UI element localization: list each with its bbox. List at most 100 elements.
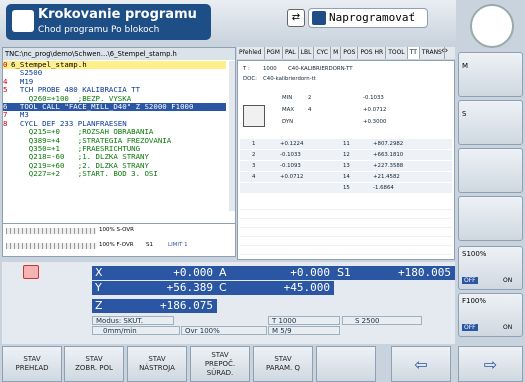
max-count: 4 — [308, 107, 312, 113]
tool-status: T 1000 — [268, 316, 340, 325]
status-tabs: Přehled PGM PAL LBL CYC M POS POS HR TOOL TT TRANS — [237, 47, 455, 59]
operating-mode-box: Krokovanie programu Chod programu Po blo… — [6, 4, 211, 40]
modus-status: Modus: SKUT. — [92, 316, 174, 325]
tt-cell: +663.1810 — [373, 152, 404, 158]
s-ovr-label: S100% — [462, 250, 487, 258]
softkey-1[interactable]: STAV PREHĽAD — [2, 346, 62, 382]
dyn-label: DYN — [282, 119, 294, 125]
s1-axis-label: S1 — [334, 266, 352, 280]
a-axis-label: A — [216, 266, 229, 280]
s1-axis-value: +180.005 — [352, 266, 455, 280]
override-area: 100% S-OVR 100% F-OVR S1 LIMIT 1 — [2, 223, 236, 257]
tab-pos-hr[interactable]: POS HR — [358, 47, 387, 59]
program-line[interactable]: Q227=+2 ;START. BOD 3. OSI — [3, 170, 226, 178]
program-line[interactable]: 6 TOOL CALL "FACE_MILL_D40" Z S2000 F100… — [3, 102, 226, 112]
tab-scroll-icon[interactable]: ‹› — [441, 46, 448, 56]
scrollbar[interactable] — [229, 61, 235, 211]
tt-row: 15 -1.6864 — [240, 183, 452, 193]
tab-tool[interactable]: TOOL — [386, 47, 408, 59]
z-axis-label: Z — [92, 299, 105, 313]
f-ovr-on[interactable]: ON — [503, 324, 512, 331]
x-axis-label: X — [92, 266, 105, 280]
tab-přehled[interactable]: Přehled — [237, 47, 265, 59]
doc-label: DOC: — [243, 76, 257, 82]
y-axis-label: Y — [92, 281, 105, 295]
tt-cell: 4 — [252, 174, 256, 180]
tt-cell: -1.6864 — [373, 185, 394, 191]
tt-cell: 11 — [343, 141, 350, 147]
clock-icon — [470, 4, 514, 48]
m-status: M 5/9 — [268, 326, 340, 335]
tt-cell: 13 — [343, 163, 350, 169]
tt-table: 1 +0.1224 11 +807.2982 2 -0.1033 12 +663.1810 3 -… — [240, 139, 452, 199]
mode-icon — [12, 10, 34, 32]
tab-m[interactable]: M — [331, 47, 342, 59]
tab-cyc[interactable]: CYC — [314, 47, 332, 59]
side-key-4[interactable] — [458, 196, 523, 241]
tab-tt[interactable]: TT — [407, 47, 420, 59]
limit-label: LIMIT 1 — [168, 242, 188, 248]
tt-row: 1 +0.1224 11 +807.2982 — [240, 139, 452, 149]
program-line[interactable]: S2500 — [3, 69, 226, 77]
line-number: 8 — [3, 118, 8, 128]
tt-cell: +807.2982 — [373, 141, 404, 147]
a-axis-value: +0.000 — [229, 266, 334, 280]
tt-cell: 12 — [343, 152, 350, 158]
softkey-4[interactable]: STAV PREPOČ. SÚRAD. — [190, 346, 250, 382]
page-back-icon[interactable]: ⇦ — [391, 346, 451, 382]
side-key-3[interactable] — [458, 148, 523, 193]
softkey-5[interactable]: STAV PARAM. Q — [253, 346, 313, 382]
f-ovr-label: F100% — [462, 297, 487, 305]
program-mode-label: Naprogramovať — [329, 11, 416, 24]
switch-icon[interactable]: ⇄ — [287, 9, 305, 27]
f-ovr-off[interactable]: OFF — [462, 324, 478, 331]
side-key-m[interactable]: M — [458, 52, 523, 97]
tt-row: 4 +0.0712 14 +21.4582 — [240, 172, 452, 182]
side-key-s[interactable]: S — [458, 100, 523, 145]
s1-label: S1 — [146, 242, 153, 248]
doc-value: C40-kalibrierdorn-tt — [263, 76, 316, 82]
tab-pal[interactable]: PAL — [283, 47, 299, 59]
program-mode-icon — [312, 11, 326, 25]
f-override-control[interactable]: F100% OFF ON — [458, 293, 523, 337]
c-axis-label: C — [216, 281, 229, 295]
tab-pgm[interactable]: PGM — [265, 47, 283, 59]
tt-empty-area — [240, 201, 452, 257]
y-axis-value: +56.389 — [105, 281, 217, 295]
s-override-label: 100% S-OVR — [99, 227, 134, 233]
tool-measure-icon — [243, 105, 265, 127]
min-label: MIN — [282, 95, 293, 101]
mode-subtitle: Chod programu Po blokoch — [38, 25, 160, 35]
programming-mode-box[interactable]: Naprogramovať — [308, 8, 428, 28]
spindle-status: S 2500 — [342, 316, 422, 325]
tt-panel: T : 1000 C40-KALIBRIERDORN-TT DOC: C40-k… — [237, 60, 455, 260]
line-number: 0 — [3, 60, 8, 69]
error-icon[interactable] — [23, 265, 39, 279]
s-override-control[interactable]: S100% OFF ON — [458, 246, 523, 290]
page-forward-icon[interactable]: ⇨ — [458, 346, 523, 382]
line-number: 5 — [3, 85, 8, 95]
f-override-label: 100% F-OVR — [99, 242, 134, 248]
ovr-status: Ovr 100% — [181, 326, 267, 335]
line-text: TOOL CALL "FACE_MILL_D40" Z S2000 F1000 — [11, 102, 194, 111]
mode-title: Krokovanie programu — [38, 7, 197, 22]
softkey-2[interactable]: STAV ZOBR. POL — [64, 346, 124, 382]
tt-row: 3 -0.1093 13 +227.3588 — [240, 161, 452, 171]
tt-cell: 3 — [252, 163, 256, 169]
min-count: 2 — [308, 95, 312, 101]
tt-cell: -0.1093 — [280, 163, 301, 169]
c-axis-value: +45.000 — [229, 281, 334, 295]
program-path: TNC:\nc_prog\demo\Schwen…\6_Stempel_stam… — [3, 48, 235, 60]
softkey-6[interactable] — [316, 346, 376, 382]
softkey-3[interactable]: STAV NÁSTROJA — [127, 346, 187, 382]
s-ovr-off[interactable]: OFF — [462, 277, 478, 284]
dyn-value: +0.3000 — [363, 119, 387, 125]
program-lines[interactable]: 0 6_Stempel_stamp.h S2500 4 M19 5 TCH PROBE… — [3, 60, 228, 185]
feed-status: 0mm/min — [92, 326, 180, 335]
tab-lbl[interactable]: LBL — [299, 47, 315, 59]
t-label: T : — [243, 66, 250, 72]
tt-cell: +21.4582 — [373, 174, 400, 180]
t-name: C40-KALIBRIERDORN-TT — [288, 66, 353, 72]
tab-pos[interactable]: POS — [341, 47, 359, 59]
s-ovr-on[interactable]: ON — [503, 277, 512, 284]
